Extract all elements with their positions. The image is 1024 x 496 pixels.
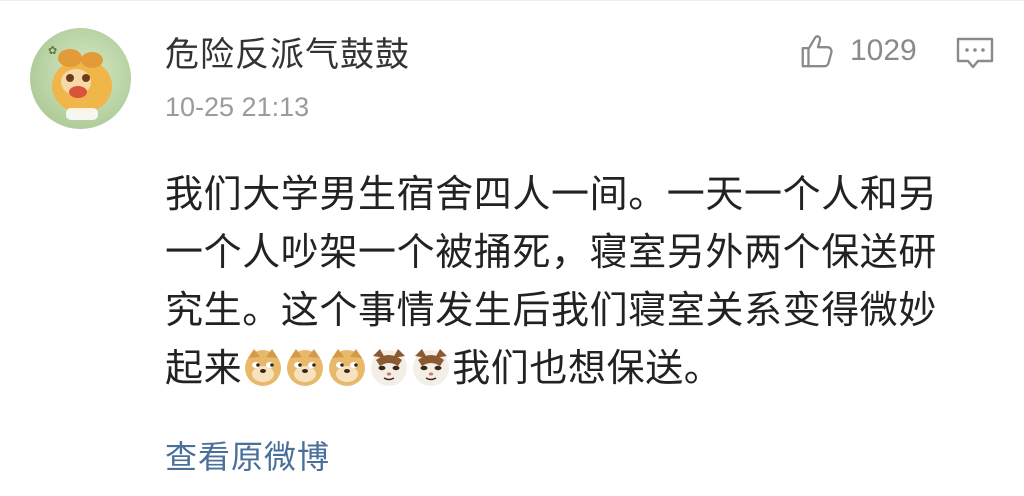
comment-text-suffix: 我们也想保送。 [452, 346, 723, 390]
comment-card: ✿ 危险反派气鼓鼓 10-25 21:13 1029 我们大学男生宿舍四人一间。… [0, 0, 1024, 496]
cat-emoji-icon [413, 349, 450, 386]
doge-emoji-icon [287, 349, 324, 386]
cat-emoji-icon [371, 349, 408, 386]
avatar-illustration: ✿ [48, 44, 112, 120]
comment-line: 我们大学男生宿舍四人一间。一天一个人和另 [165, 172, 938, 216]
comment-bubble-icon[interactable] [955, 33, 995, 73]
like-button[interactable]: 1029 [798, 29, 917, 73]
comment-line: 一个人吵架一个被捅死，寝室另外两个保送研 [165, 230, 938, 274]
comment-body: 我们大学男生宿舍四人一间。一天一个人和另 一个人吵架一个被捅死，寝室另外两个保送… [165, 165, 995, 397]
username[interactable]: 危险反派气鼓鼓 [165, 31, 410, 79]
svg-text:✿: ✿ [48, 44, 57, 57]
comment-text-prefix: 起来 [165, 346, 243, 390]
comment-line: 究生。这个事情发生后我们寝室关系变得微妙 [165, 288, 938, 332]
doge-emoji-icon [329, 349, 366, 386]
comment-line-last: 起来 我们也想保送。 [165, 339, 995, 397]
avatar[interactable]: ✿ [30, 28, 131, 129]
view-original-link[interactable]: 查看原微博 [165, 435, 330, 479]
like-count: 1029 [850, 34, 917, 67]
thumbs-up-icon [801, 35, 833, 68]
timestamp: 10-25 21:13 [165, 92, 310, 122]
doge-emoji-icon [245, 349, 282, 386]
